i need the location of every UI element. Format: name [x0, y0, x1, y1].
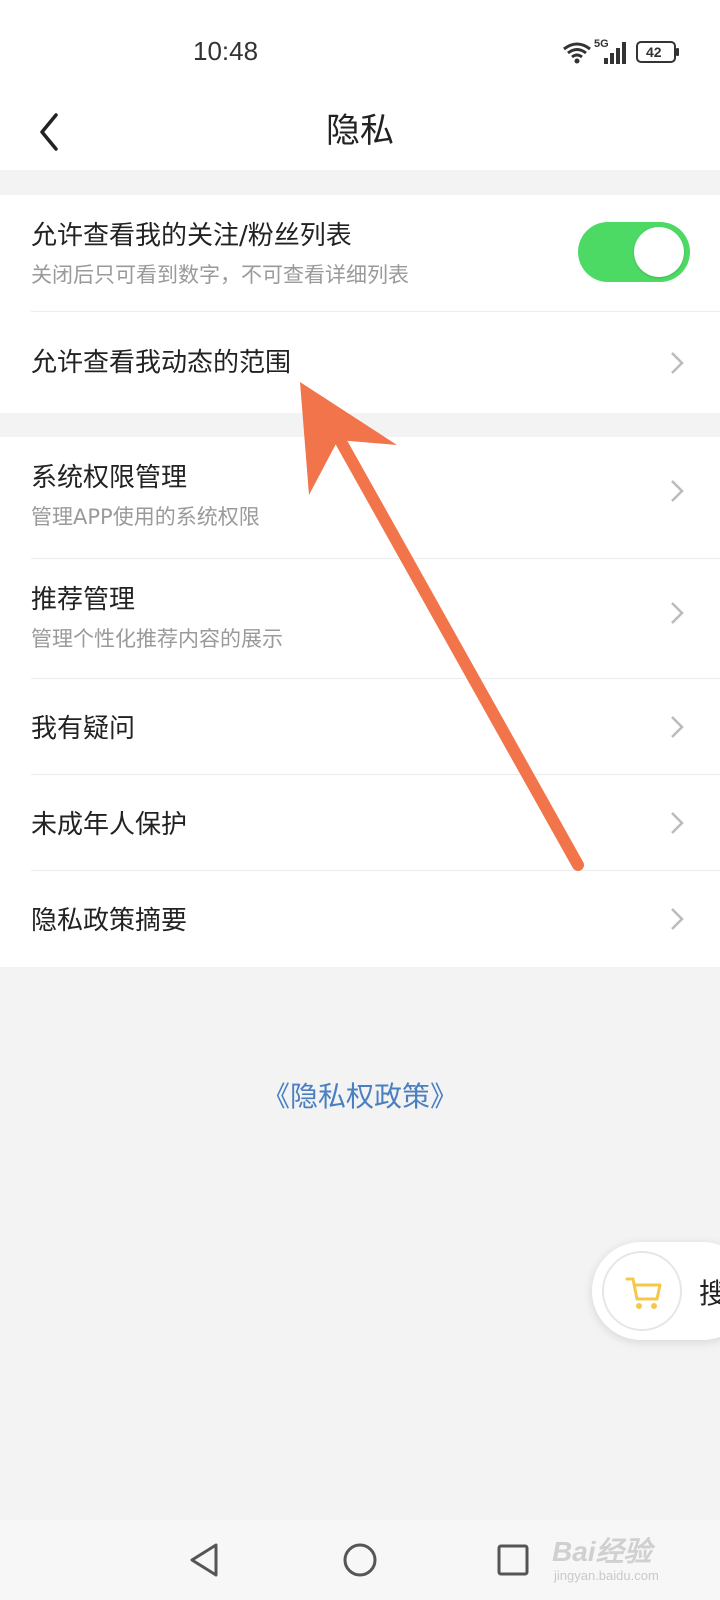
setting-row-system-permissions[interactable]: 系统权限管理 管理APP使用的系统权限 [0, 437, 720, 559]
chevron-right-icon [671, 908, 684, 930]
page-title: 隐私 [326, 111, 394, 151]
settings-group-visibility: 允许查看我的关注/粉丝列表 关闭后只可看到数字，不可查看详细列表 允许查看我动态… [0, 195, 720, 413]
watermark-logo: Bai经验 [552, 1536, 652, 1567]
floating-shop-button[interactable]: 搜 [592, 1242, 720, 1340]
floating-button-label: 搜 [699, 1277, 720, 1310]
toggle-knob [634, 227, 684, 277]
follow-list-toggle[interactable] [578, 222, 690, 282]
recents-square-icon[interactable] [496, 1542, 530, 1578]
back-triangle-icon[interactable] [188, 1542, 220, 1578]
setting-title: 允许查看我的关注/粉丝列表 [31, 221, 352, 251]
setting-row-minor-protection[interactable]: 未成年人保护 [0, 775, 720, 871]
cart-button[interactable] [602, 1251, 682, 1331]
watermark: Bai经验 jingyan.baidu.com [552, 1530, 712, 1588]
chevron-right-icon [671, 480, 684, 502]
nav-bar: 隐私 [0, 95, 720, 170]
chevron-right-icon [671, 812, 684, 834]
setting-row-follow-list: 允许查看我的关注/粉丝列表 关闭后只可看到数字，不可查看详细列表 [0, 195, 720, 312]
home-circle-icon[interactable] [342, 1542, 378, 1578]
shopping-cart-icon [625, 1277, 662, 1309]
chevron-right-icon [671, 602, 684, 624]
setting-title: 未成年人保护 [31, 810, 188, 840]
chevron-right-icon [671, 352, 684, 374]
setting-row-questions[interactable]: 我有疑问 [0, 679, 720, 775]
setting-title: 允许查看我动态的范围 [31, 348, 292, 378]
setting-title: 推荐管理 [31, 585, 136, 615]
setting-subtitle: 管理APP使用的系统权限 [31, 505, 260, 529]
settings-group-management: 系统权限管理 管理APP使用的系统权限 推荐管理 管理个性化推荐内容的展示 我有… [0, 437, 720, 967]
setting-subtitle: 管理个性化推荐内容的展示 [31, 627, 283, 651]
chevron-right-icon [671, 716, 684, 738]
privacy-policy-link[interactable]: 《隐私权政策》 [0, 1075, 720, 1115]
status-bar: 10:48 5G 42 [0, 0, 720, 95]
setting-title: 系统权限管理 [31, 463, 188, 493]
battery-level: 42 [646, 44, 662, 60]
setting-title: 我有疑问 [31, 714, 136, 744]
setting-row-recommendation[interactable]: 推荐管理 管理个性化推荐内容的展示 [0, 559, 720, 679]
setting-subtitle: 关闭后只可看到数字，不可查看详细列表 [31, 263, 409, 287]
watermark-url: jingyan.baidu.com [554, 1568, 659, 1583]
setting-row-privacy-summary[interactable]: 隐私政策摘要 [0, 871, 720, 967]
setting-row-feed-scope[interactable]: 允许查看我动态的范围 [0, 312, 720, 413]
setting-title: 隐私政策摘要 [31, 906, 188, 936]
wifi-icon [563, 42, 591, 64]
status-time: 10:48 [193, 36, 259, 66]
signal-icon [604, 42, 626, 64]
